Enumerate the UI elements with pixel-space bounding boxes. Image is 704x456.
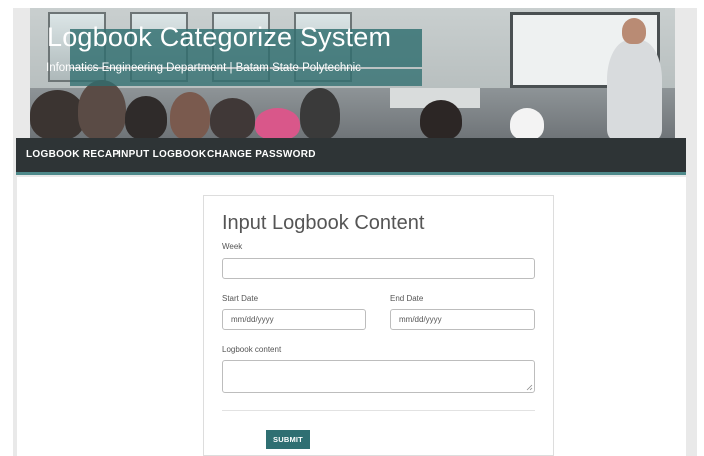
- form-divider: [222, 410, 535, 411]
- teacher-figure: [607, 40, 662, 139]
- nav-item-input-logbook[interactable]: INPUT LOGBOOK: [118, 149, 206, 160]
- site-title: Logbook Categorize System: [47, 22, 392, 52]
- page: Logbook Categorize System Infomatics Eng…: [0, 0, 704, 456]
- end-date-input[interactable]: mm/dd/yyyy: [390, 309, 535, 330]
- student-figure: [30, 90, 85, 139]
- end-date-placeholder: mm/dd/yyyy: [399, 315, 442, 324]
- student-figure: [420, 100, 462, 139]
- resize-grip-icon[interactable]: [526, 384, 533, 391]
- site-subtitle: Infomatics Engineering Department | Bata…: [46, 62, 361, 74]
- submit-button[interactable]: SUBMIT: [266, 430, 310, 449]
- form-title: Input Logbook Content: [222, 212, 425, 234]
- logbook-content-label: Logbook content: [222, 345, 282, 354]
- main-nav: LOGBOOK RECAP INPUT LOGBOOK CHANGE PASSW…: [16, 138, 686, 175]
- student-figure: [255, 108, 300, 139]
- week-label: Week: [222, 242, 243, 251]
- classroom-object: [510, 108, 544, 139]
- student-figure: [125, 96, 167, 139]
- nav-item-logbook-recap[interactable]: LOGBOOK RECAP: [26, 149, 119, 160]
- teacher-head: [622, 18, 646, 44]
- student-figure: [210, 98, 255, 139]
- student-figure: [300, 88, 340, 139]
- start-date-label: Start Date: [222, 294, 259, 303]
- start-date-input[interactable]: mm/dd/yyyy: [222, 309, 366, 330]
- logbook-content-textarea[interactable]: [222, 360, 535, 393]
- end-date-label: End Date: [390, 294, 424, 303]
- start-date-placeholder: mm/dd/yyyy: [231, 315, 274, 324]
- nav-item-change-password[interactable]: CHANGE PASSWORD: [207, 149, 316, 160]
- student-figure: [78, 80, 126, 139]
- student-figure: [170, 92, 210, 139]
- week-input[interactable]: [222, 258, 535, 279]
